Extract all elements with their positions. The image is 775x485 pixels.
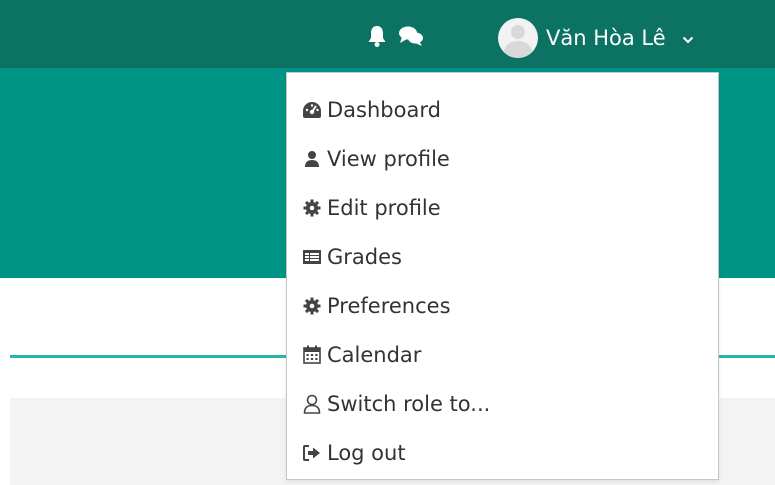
user-menu-toggle[interactable]: Văn Hòa Lê	[498, 18, 694, 58]
menu-item-log-out[interactable]: Log out	[287, 428, 718, 477]
menu-item-dashboard[interactable]: Dashboard	[287, 85, 718, 134]
nav-icons	[366, 24, 424, 48]
menu-item-label: Grades	[327, 244, 402, 269]
menu-item-label: Edit profile	[327, 195, 441, 220]
table-icon	[301, 246, 323, 268]
menu-item-view-profile[interactable]: View profile	[287, 134, 718, 183]
menu-item-label: Switch role to...	[327, 391, 491, 416]
menu-item-label: Log out	[327, 440, 406, 465]
menu-item-preferences[interactable]: Preferences	[287, 281, 718, 330]
user-name: Văn Hòa Lê	[546, 26, 666, 50]
user-outline-icon	[301, 393, 323, 415]
dashboard-icon	[301, 99, 323, 121]
chevron-down-icon	[682, 26, 694, 50]
calendar-icon	[301, 344, 323, 366]
gear-icon	[301, 295, 323, 317]
gear-icon	[301, 197, 323, 219]
menu-item-edit-profile[interactable]: Edit profile	[287, 183, 718, 232]
menu-item-label: Preferences	[327, 293, 451, 318]
user-dropdown-menu: Dashboard View profile Edit profile Grad…	[286, 72, 719, 480]
user-icon	[301, 148, 323, 170]
logout-icon	[301, 442, 323, 464]
chat-icon[interactable]	[398, 24, 424, 48]
top-navbar: Văn Hòa Lê	[0, 0, 775, 68]
menu-item-label: View profile	[327, 146, 450, 171]
menu-item-label: Calendar	[327, 342, 422, 367]
avatar	[498, 18, 538, 58]
bell-icon[interactable]	[366, 24, 388, 48]
menu-item-switch-role[interactable]: Switch role to...	[287, 379, 718, 428]
menu-item-grades[interactable]: Grades	[287, 232, 718, 281]
menu-item-calendar[interactable]: Calendar	[287, 330, 718, 379]
menu-item-label: Dashboard	[327, 97, 441, 122]
